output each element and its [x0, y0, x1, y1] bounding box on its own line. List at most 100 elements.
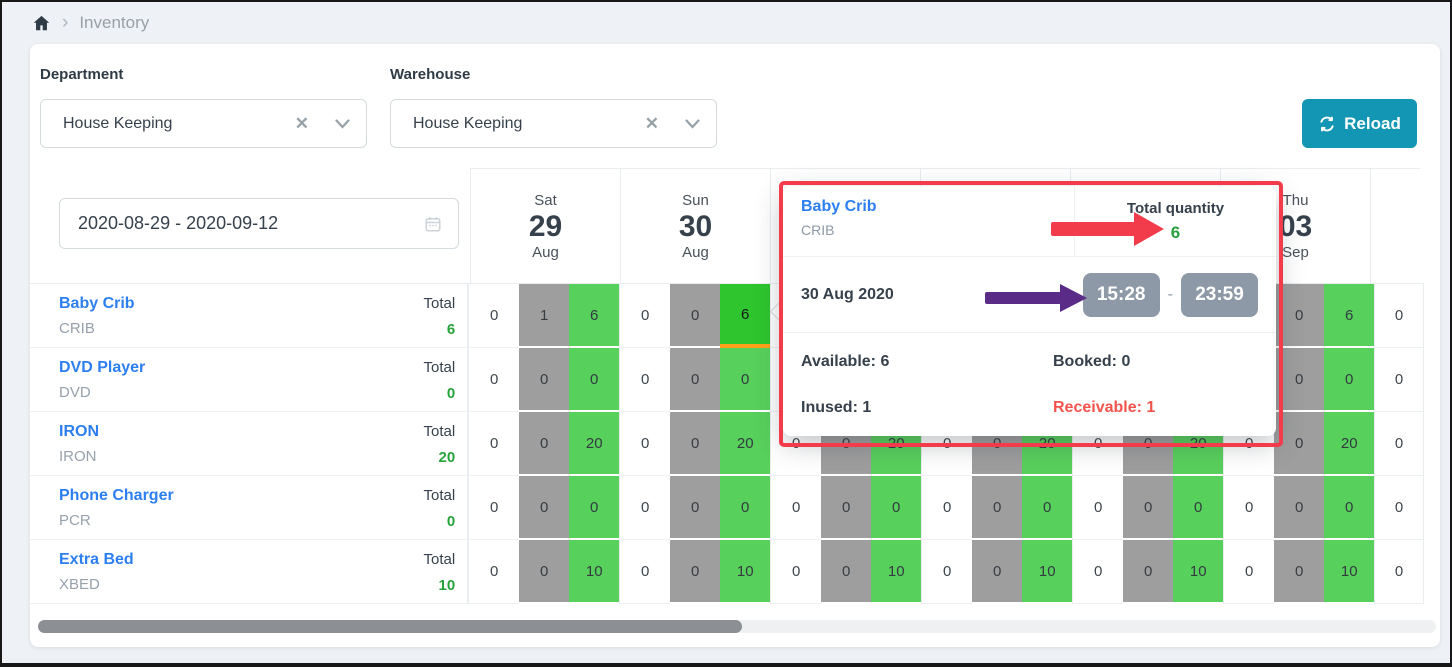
grid-cell[interactable]: 0	[720, 476, 770, 540]
grid-cell[interactable]: 0	[670, 476, 720, 540]
grid-cell[interactable]: 0	[469, 284, 519, 348]
grid-cell[interactable]: 0	[1073, 540, 1123, 604]
date-range-input[interactable]: 2020-08-29 - 2020-09-12	[59, 198, 459, 249]
grid-cell[interactable]: 0	[922, 540, 972, 604]
grid-cell[interactable]: 0	[922, 476, 972, 540]
warehouse-select[interactable]: House Keeping ✕	[390, 99, 717, 148]
grid-cell[interactable]: 0	[1374, 412, 1424, 476]
day-group: 0010	[619, 540, 770, 604]
department-select[interactable]: House Keeping ✕	[40, 99, 367, 148]
grid-cell[interactable]: 0	[469, 476, 519, 540]
grid-cell[interactable]: 0	[1324, 348, 1374, 412]
item-code: PCR	[59, 512, 467, 529]
grid-cell[interactable]: 0	[1123, 540, 1173, 604]
grid-cell[interactable]: 0	[519, 348, 569, 412]
reload-button[interactable]: Reload	[1302, 99, 1417, 148]
grid-cell[interactable]: 20	[569, 412, 619, 476]
grid-cell[interactable]: 10	[871, 540, 921, 604]
item-link[interactable]: Phone Charger	[59, 487, 174, 504]
grid-cell[interactable]: 0	[620, 348, 670, 412]
grid-cell[interactable]: 0	[1374, 348, 1424, 412]
grid-cell[interactable]: 0	[972, 540, 1022, 604]
horizontal-scrollbar[interactable]	[38, 620, 1436, 633]
grid-cell[interactable]: 0	[1274, 348, 1324, 412]
time-to-badge: 23:59	[1181, 273, 1258, 317]
warehouse-value: House Keeping	[413, 115, 645, 133]
clear-icon[interactable]: ✕	[645, 114, 659, 134]
grid-cell[interactable]: 10	[720, 540, 770, 604]
total-label: Total	[424, 487, 456, 504]
item-link[interactable]: DVD Player	[59, 359, 145, 376]
grid-cell[interactable]: 0	[771, 476, 821, 540]
reload-label: Reload	[1344, 114, 1401, 134]
grid-cell[interactable]: 0	[821, 540, 871, 604]
grid-cell[interactable]: 0	[519, 412, 569, 476]
department-label: Department	[40, 66, 123, 83]
grid-cell[interactable]: 0	[670, 540, 720, 604]
grid-cell[interactable]: 10	[1173, 540, 1223, 604]
grid-cell[interactable]: 0	[821, 476, 871, 540]
chevron-down-icon[interactable]	[335, 119, 350, 129]
grid-cell[interactable]: 0	[670, 348, 720, 412]
scrollbar-thumb[interactable]	[38, 620, 742, 633]
grid-cell[interactable]: 0	[469, 348, 519, 412]
breadcrumb-chevron-icon: ›	[62, 13, 68, 32]
grid-cell[interactable]: 1	[519, 284, 569, 348]
grid-cell[interactable]: 0	[1224, 476, 1274, 540]
grid-cell[interactable]: 0	[519, 540, 569, 604]
grid-cell[interactable]: 6	[569, 284, 619, 348]
grid-cell[interactable]: 10	[569, 540, 619, 604]
popup-date-row: 30 Aug 2020 15:28 - 23:59	[783, 257, 1276, 333]
grid-cell[interactable]: 0	[720, 348, 770, 412]
total-label: Total	[424, 295, 456, 312]
grid-cell[interactable]: 0	[670, 284, 720, 348]
grid-cell[interactable]: 0	[1274, 540, 1324, 604]
popup-item-link[interactable]: Baby Crib	[801, 198, 1056, 216]
grid-cell[interactable]: 0	[670, 412, 720, 476]
grid-cell[interactable]: 0	[1274, 412, 1324, 476]
grid-cell[interactable]: 0	[569, 476, 619, 540]
grid-cell[interactable]: 0	[1274, 476, 1324, 540]
grid-cell[interactable]: 0	[1374, 284, 1424, 348]
grid-cell[interactable]: 10	[1324, 540, 1374, 604]
grid-cell[interactable]: 0	[1324, 476, 1374, 540]
time-from-badge: 15:28	[1083, 273, 1160, 317]
grid-cell[interactable]: 0	[469, 412, 519, 476]
clear-icon[interactable]: ✕	[295, 114, 309, 134]
item-link[interactable]: Baby Crib	[59, 295, 135, 312]
grid-cell[interactable]: 0	[1374, 540, 1424, 604]
grid-cell[interactable]: 0	[972, 476, 1022, 540]
grid-cell[interactable]: 0	[871, 476, 921, 540]
grid-cell[interactable]: 10	[1022, 540, 1072, 604]
grid-cell[interactable]: 0	[1173, 476, 1223, 540]
day-group: 000	[770, 476, 921, 540]
item-link[interactable]: Extra Bed	[59, 551, 134, 568]
chevron-down-icon[interactable]	[685, 119, 700, 129]
grid-cell[interactable]: 0	[1022, 476, 1072, 540]
grid-cell[interactable]: 0	[519, 476, 569, 540]
grid-cell[interactable]: 0	[1123, 476, 1173, 540]
grid-cell[interactable]: 0	[1224, 540, 1274, 604]
grid-cell[interactable]: 0	[771, 540, 821, 604]
day-header-sat-29: Sat29Aug	[470, 168, 620, 283]
grid-cell[interactable]: 6	[720, 284, 770, 348]
grid-cell[interactable]: 0	[620, 476, 670, 540]
grid-cell[interactable]: 0	[1374, 476, 1424, 540]
grid-cell[interactable]: 20	[720, 412, 770, 476]
grid-cell[interactable]: 0	[1073, 476, 1123, 540]
grid-cell[interactable]: 0	[469, 540, 519, 604]
stat-booked: Booked: 0	[1053, 353, 1258, 371]
grid-cell[interactable]: 0	[620, 284, 670, 348]
grid-cell[interactable]: 0	[1274, 284, 1324, 348]
item-code: DVD	[59, 384, 467, 401]
grid-cell[interactable]: 0	[620, 412, 670, 476]
grid-cell[interactable]: 6	[1324, 284, 1374, 348]
item-link[interactable]: IRON	[59, 423, 99, 440]
home-icon[interactable]	[32, 14, 51, 33]
total-value: 0	[447, 385, 455, 402]
calendar-icon[interactable]	[424, 215, 442, 233]
grid-cell[interactable]: 0	[569, 348, 619, 412]
grid-cell[interactable]: 0	[620, 540, 670, 604]
grid-cell[interactable]: 20	[1324, 412, 1374, 476]
day-of-week: Thu	[1283, 192, 1309, 209]
